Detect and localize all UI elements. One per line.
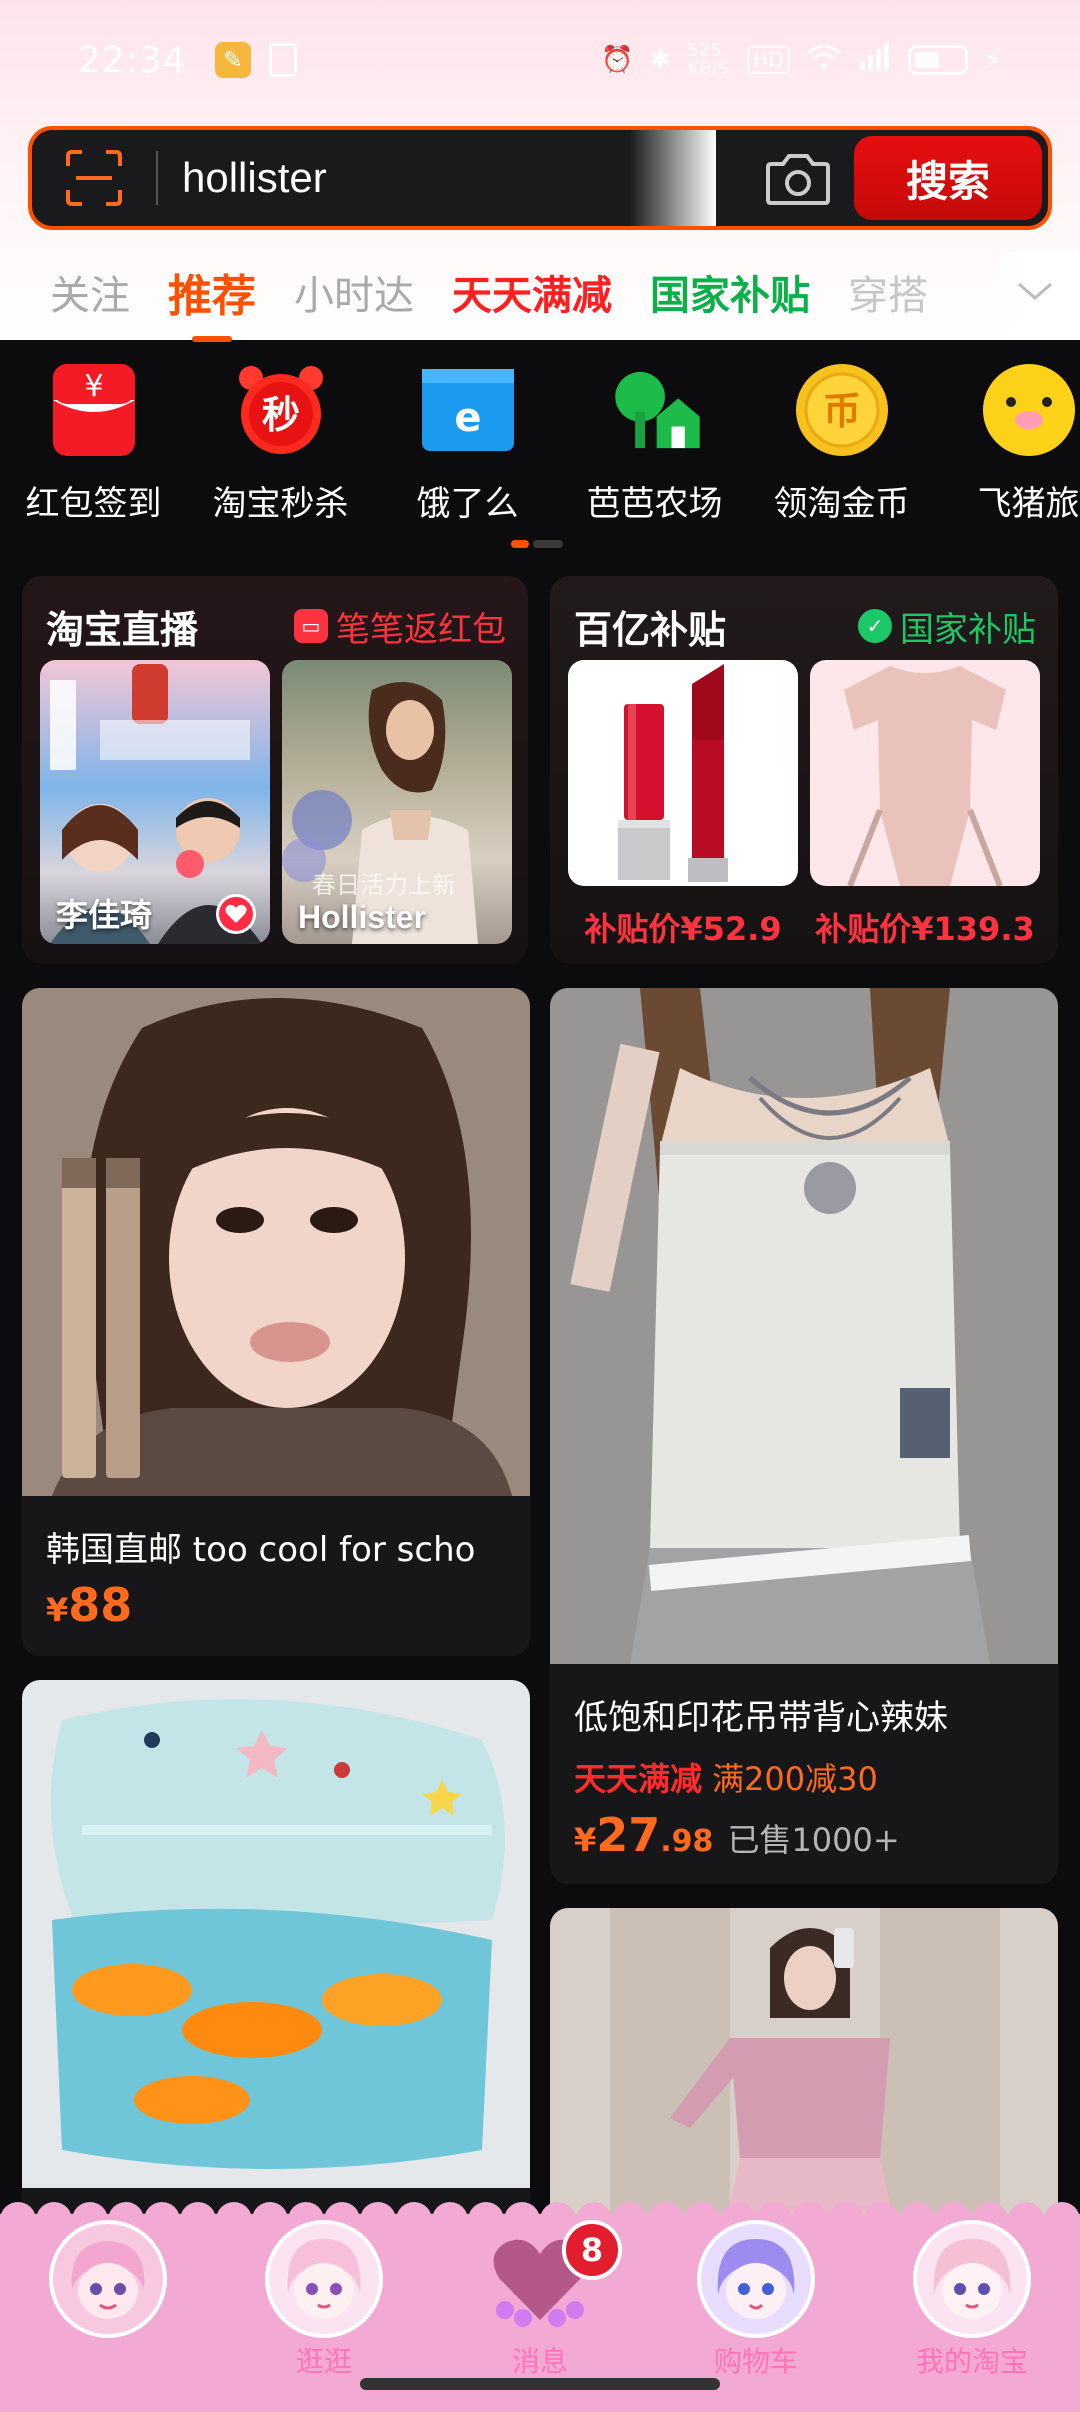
live-stream-card[interactable]: 淘宝直播 ▭ 笔笔返红包 李佳琦 春日活力上新 Hollister: [22, 576, 528, 964]
quick-entry-eleme[interactable]: e 饿了么: [374, 362, 561, 532]
camera-icon[interactable]: [758, 150, 838, 206]
nav-messages-label: 消息: [511, 2345, 568, 2378]
feed-card-1-image: [22, 988, 530, 1496]
search-button[interactable]: 搜索: [854, 136, 1042, 220]
pig-icon: [981, 362, 1077, 458]
charging-icon: ⚡: [983, 45, 1002, 75]
feed-card-2-promo-name: 天天满减: [574, 1760, 703, 1798]
sim-card-icon: [268, 43, 297, 77]
battery-icon: [907, 45, 968, 75]
scan-icon[interactable]: [32, 130, 156, 226]
home-avatar-icon: [49, 2220, 167, 2338]
live-card-tag: 笔笔返红包: [336, 609, 506, 650]
subsidy-card-title: 百亿补贴: [574, 607, 727, 652]
tab-daily-discount[interactable]: 天天满减: [452, 263, 612, 321]
subsidy-card-tag: 国家补贴: [900, 609, 1036, 650]
feed-card-1-title: 韩国直邮 too cool for scho: [46, 1530, 476, 1570]
nav-home-label: 首页: [80, 2340, 136, 2380]
subsidy-item-2-price: 补贴价¥139.3: [815, 910, 1035, 948]
quick-entry-red-packet[interactable]: ¥ 红包签到: [0, 362, 187, 532]
message-count-badge: 8: [562, 2220, 622, 2280]
feed-card-2-promo-detail: 满200减30: [712, 1760, 878, 1798]
live-card-title: 淘宝直播: [46, 607, 199, 652]
tab-hourly-delivery[interactable]: 小时达: [294, 263, 414, 321]
notes-app-icon: ✎: [214, 42, 251, 78]
svg-text:¥: ¥: [84, 369, 103, 404]
feed-card-2[interactable]: 低饱和印花吊带背心辣妹 天天满减 满200减30 ¥27.98 已售1000+: [550, 988, 1058, 1884]
chevron-down-icon[interactable]: [990, 252, 1080, 332]
alarm-icon: ⏰: [601, 45, 634, 75]
eleme-icon: e: [420, 362, 516, 458]
subsidy-badge-icon: ✓: [858, 609, 892, 643]
hd-badge: HD: [747, 46, 790, 74]
subsidy-item-1-price: 补贴价¥52.9: [584, 910, 782, 948]
feed-card-2-promo: 天天满减 满200减30: [574, 1754, 878, 1800]
feed-card-2-image: [550, 988, 1058, 1664]
search-input[interactable]: hollister: [182, 154, 630, 202]
live-thumb-2-subtitle: 春日活力上新: [312, 871, 456, 899]
nav-cart-label: 购物车: [713, 2345, 798, 2378]
subsidy-card[interactable]: 百亿补贴 ✓ 国家补贴 补贴价¥52.9 补贴价¥139.3: [550, 576, 1058, 964]
red-packet-icon: ¥: [46, 362, 142, 458]
cart-avatar-icon: [697, 2220, 815, 2338]
svg-text:e: e: [454, 395, 481, 441]
live-thumb-2[interactable]: 春日活力上新 Hollister: [282, 660, 512, 944]
subsidy-item-1[interactable]: [568, 660, 798, 886]
wifi-icon: [806, 43, 842, 78]
tree-house-icon: [607, 362, 703, 458]
nav-profile-label: 我的淘宝: [915, 2345, 1028, 2378]
feed-card-3-image: [22, 1680, 530, 2188]
quick-entry-flash-sale[interactable]: 秒 淘宝秒杀: [187, 362, 374, 532]
quick-entry-farm[interactable]: 芭芭农场: [561, 362, 748, 532]
quick-entries: ¥ 红包签到 秒 淘宝秒杀 e 饿了么 芭芭农场 币 领淘金币 飞猪旅: [0, 362, 1080, 532]
svg-text:币: 币: [822, 389, 860, 433]
bluetooth-icon: ✱: [649, 45, 672, 75]
status-bar: 22:34 ✎ ⏰ ✱ 525 KB/S HD ⚡: [0, 0, 1080, 120]
tab-recommend[interactable]: 推荐: [168, 260, 256, 342]
feed-card-2-price: ¥27.98 已售1000+: [574, 1808, 900, 1862]
page-indicator: [511, 540, 563, 548]
red-envelope-icon: ▭: [294, 609, 328, 643]
feed-card-3[interactable]: [22, 1680, 530, 2240]
feed-card-2-title: 低饱和印花吊带背心辣妹: [574, 1698, 948, 1738]
heart-icon: [216, 894, 256, 934]
feed-card-1-price: ¥88: [46, 1578, 133, 1632]
profile-avatar-icon: [913, 2220, 1031, 2338]
subsidy-item-2[interactable]: [810, 660, 1040, 886]
live-thumb-2-caption: Hollister: [298, 899, 427, 935]
nav-discover-label: 逛逛: [295, 2345, 352, 2378]
signal-icon: [858, 42, 892, 78]
discover-avatar-icon: [265, 2220, 383, 2338]
nav-discover[interactable]: 逛逛: [216, 2220, 432, 2380]
tab-outfits[interactable]: 穿搭: [848, 263, 928, 321]
feed-card-2-sold: 已售1000+: [727, 1821, 900, 1859]
live-thumb-1-caption: 李佳琦: [56, 896, 153, 934]
svg-text:秒: 秒: [261, 393, 299, 437]
nav-cart[interactable]: 购物车: [648, 2220, 864, 2380]
alarm-clock-icon: 秒: [233, 362, 329, 458]
live-thumb-1[interactable]: 李佳琦: [40, 660, 270, 944]
nav-home[interactable]: 首页: [0, 2220, 216, 2380]
network-speed: 525 KB/S: [687, 40, 729, 79]
home-indicator[interactable]: [360, 2378, 720, 2390]
feed-card-1[interactable]: 韩国直邮 too cool for scho ¥88: [22, 988, 530, 1656]
channel-tabs: 关注 推荐 小时达 天天满减 国家补贴 穿搭: [0, 252, 1080, 342]
quick-entry-gold-coin[interactable]: 币 领淘金币: [748, 362, 935, 532]
tab-follow[interactable]: 关注: [50, 263, 130, 321]
gold-coin-icon: 币: [794, 362, 890, 458]
nav-messages[interactable]: 消息 8: [432, 2220, 648, 2380]
search-bar[interactable]: hollister 搜索: [28, 126, 1052, 230]
quick-entry-fliggy[interactable]: 飞猪旅: [935, 362, 1080, 532]
nav-profile[interactable]: 我的淘宝: [864, 2220, 1080, 2380]
status-time: 22:34: [78, 39, 187, 81]
tab-national-subsidy[interactable]: 国家补贴: [650, 263, 810, 321]
